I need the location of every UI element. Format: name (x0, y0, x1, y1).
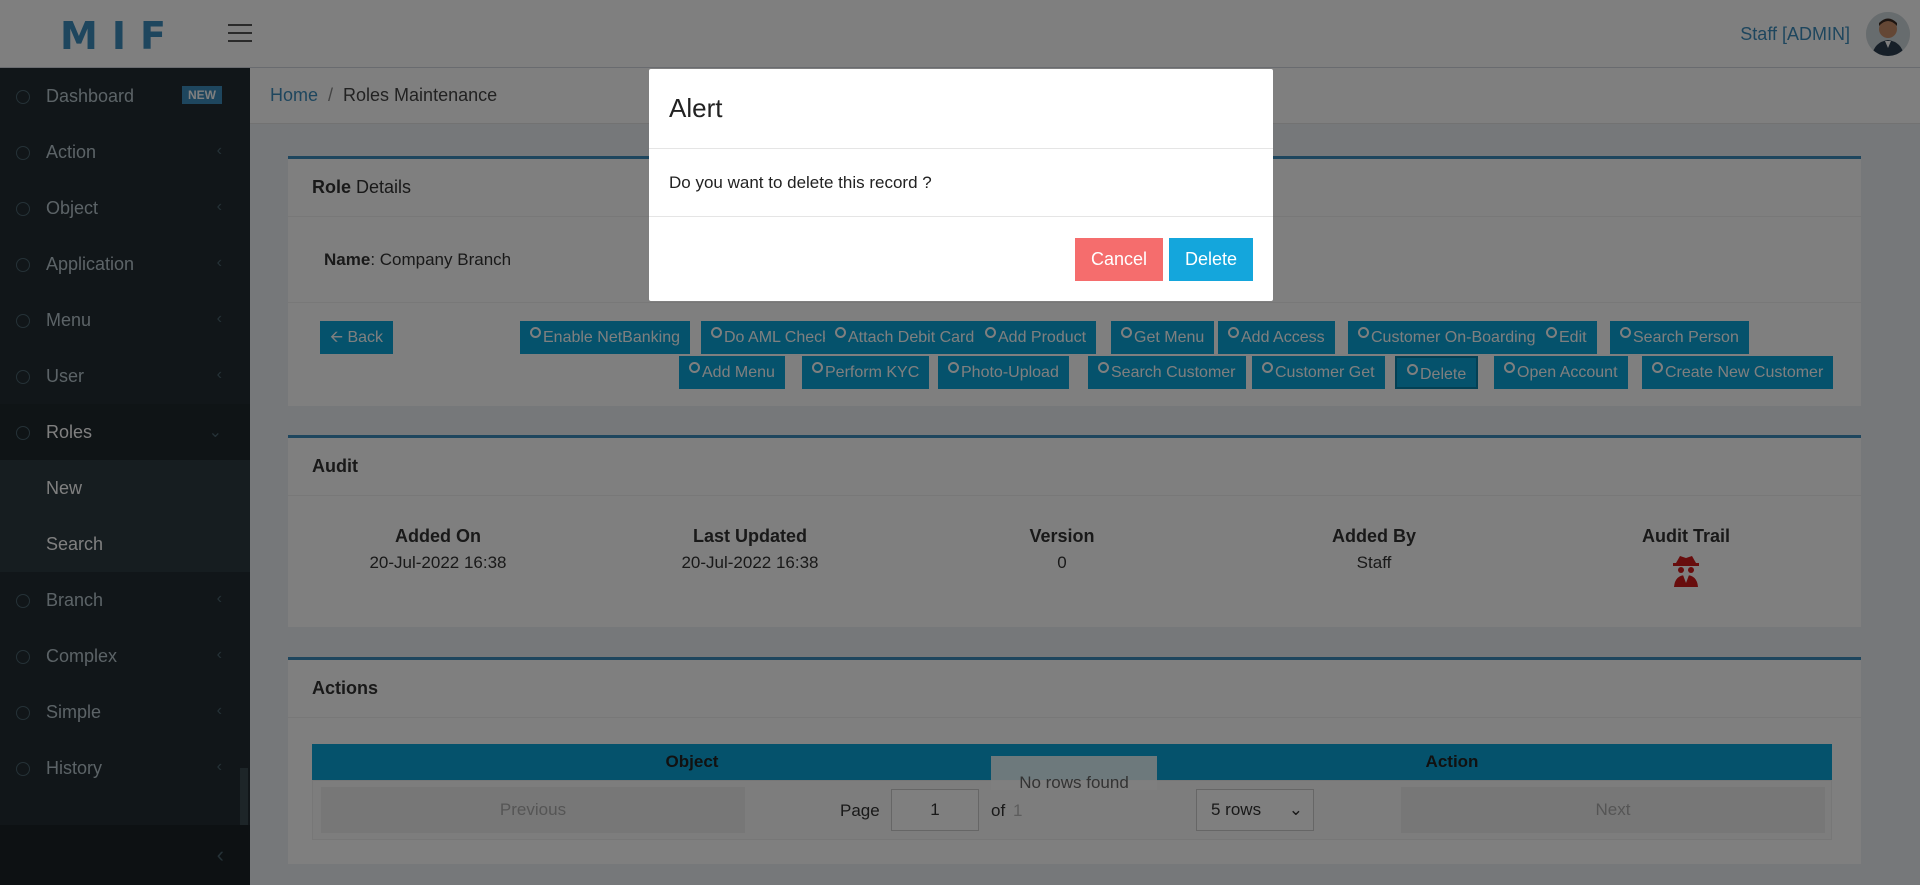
delete-button[interactable]: Delete (1169, 238, 1254, 281)
alert-message: Do you want to delete this record ? (649, 149, 1273, 217)
alert-footer: Cancel Delete (649, 217, 1273, 301)
cancel-button[interactable]: Cancel (1075, 238, 1164, 281)
alert-title: Alert (649, 69, 1273, 149)
alert-dialog: Alert Do you want to delete this record … (649, 69, 1273, 301)
